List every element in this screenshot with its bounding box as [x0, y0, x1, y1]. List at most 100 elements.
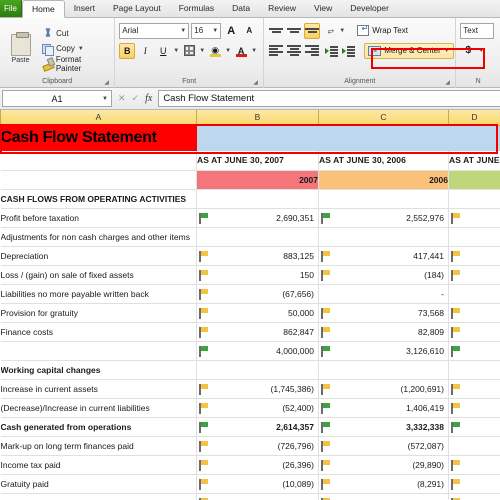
cell-column-c[interactable] [318, 189, 449, 209]
cell-column-c[interactable]: (184) [318, 265, 449, 285]
row-label[interactable]: Provision for gratuity [0, 303, 197, 323]
cell-column-b[interactable]: 883,125 [196, 246, 319, 266]
font-color-chevron-down-icon[interactable]: ▼ [251, 48, 257, 54]
align-left-button[interactable] [268, 43, 284, 59]
tab-formulas[interactable]: Formulas [170, 0, 223, 17]
row-label[interactable]: Liabilities no more payable written back [0, 284, 197, 304]
cell-column-b[interactable]: 4,000,000 [196, 341, 319, 361]
cell-column-c[interactable]: 3,332,338 [318, 417, 449, 437]
cell-column-b[interactable]: (763,281) [196, 493, 319, 500]
cell-column-b[interactable]: (26,396) [196, 455, 319, 475]
cancel-formula-icon[interactable]: ✕ [118, 93, 126, 104]
worksheet-grid[interactable]: A B C D Cash Flow Statement AS AT JUNE 3… [0, 110, 500, 500]
cell-column-c[interactable]: 2,552,976 [318, 208, 449, 228]
cell-column-c[interactable]: (610,268) [318, 493, 449, 500]
cell-column-c[interactable]: 82,809 [318, 322, 449, 342]
cell-column-b[interactable]: 150 [196, 265, 319, 285]
cell-column-c[interactable]: (8,291) [318, 474, 449, 494]
cell-column-c[interactable] [318, 360, 449, 380]
cell-column-b[interactable]: (10,089) [196, 474, 319, 494]
cut-button[interactable]: Cut [39, 27, 110, 41]
italic-button[interactable]: I [137, 43, 153, 59]
cell-b1[interactable] [196, 125, 319, 151]
row-label[interactable]: Finance costs [0, 322, 197, 342]
cell-column-d[interactable] [448, 265, 500, 285]
row-label[interactable]: Gratuity paid [0, 474, 197, 494]
cell-column-b[interactable] [196, 360, 319, 380]
currency-chevron-down-icon[interactable]: ▼ [478, 48, 484, 54]
row-label[interactable]: Depreciation [0, 246, 197, 266]
cell-column-d[interactable] [448, 379, 500, 399]
row-label[interactable] [0, 341, 197, 361]
row-label[interactable]: Loss / (gain) on sale of fixed assets [0, 265, 197, 285]
row-label[interactable]: Adjustments for non cash charges and oth… [0, 227, 197, 247]
cell-a2[interactable] [0, 151, 197, 171]
underline-button[interactable]: U [155, 43, 171, 59]
cell-b3-year-2007[interactable]: 2007 [196, 170, 319, 190]
cell-column-d[interactable] [448, 474, 500, 494]
align-top-button[interactable] [268, 23, 284, 39]
font-size-combo[interactable]: 16 ▼ [191, 22, 222, 39]
cell-column-c[interactable]: - [318, 284, 449, 304]
cell-column-d[interactable] [448, 493, 500, 500]
cell-column-d[interactable] [448, 208, 500, 228]
cell-column-b[interactable] [196, 227, 319, 247]
tab-data[interactable]: Data [223, 0, 259, 17]
name-box[interactable]: A1 ▼ [2, 90, 112, 107]
tab-developer[interactable]: Developer [341, 0, 398, 17]
row-label[interactable]: Mark-up on long term finances paid [0, 436, 197, 456]
cell-column-b[interactable]: (1,745,386) [196, 379, 319, 399]
clipboard-dialog-launcher[interactable]: ◢ [104, 80, 111, 87]
bold-button[interactable]: B [119, 42, 136, 59]
underline-chevron-down-icon[interactable]: ▼ [173, 48, 179, 54]
cell-column-d[interactable] [448, 341, 500, 361]
cell-column-d[interactable] [448, 455, 500, 475]
cell-a3[interactable] [0, 170, 197, 190]
cell-b2[interactable]: AS AT JUNE 30, 2007 [196, 151, 319, 171]
cell-column-c[interactable]: (29,890) [318, 455, 449, 475]
number-format-combo[interactable]: Text [460, 22, 495, 39]
grow-font-button[interactable]: A [223, 23, 239, 39]
cell-c3-year-2006[interactable]: 2006 [318, 170, 449, 190]
fill-chevron-down-icon[interactable]: ▼ [225, 48, 231, 54]
chevron-down-icon[interactable]: ▼ [180, 28, 186, 34]
cell-column-b[interactable] [196, 189, 319, 209]
cell-column-c[interactable]: 417,441 [318, 246, 449, 266]
cell-column-d[interactable] [448, 303, 500, 323]
cell-column-d[interactable] [448, 360, 500, 380]
increase-indent-button[interactable] [341, 43, 356, 59]
chevron-down-icon[interactable]: ▼ [102, 96, 108, 102]
column-header-b[interactable]: B [196, 110, 319, 126]
borders-button[interactable] [181, 43, 197, 59]
cell-column-b[interactable]: (52,400) [196, 398, 319, 418]
align-middle-button[interactable] [286, 23, 302, 39]
cell-column-b[interactable]: (726,796) [196, 436, 319, 456]
row-label[interactable]: Cash generated from operations [0, 417, 197, 437]
cell-column-d[interactable] [448, 284, 500, 304]
cell-column-d[interactable] [448, 417, 500, 437]
column-header-a[interactable]: A [0, 110, 197, 126]
cell-column-c[interactable]: (1,200,691) [318, 379, 449, 399]
paste-button[interactable]: Paste [4, 21, 37, 76]
tab-insert[interactable]: Insert [65, 0, 104, 17]
tab-file[interactable]: File [0, 0, 22, 17]
cell-c1[interactable] [318, 125, 449, 151]
cell-column-b[interactable]: 2,614,357 [196, 417, 319, 437]
row-label[interactable]: (Decrease)/Increase in current liabiliti… [0, 398, 197, 418]
align-center-button[interactable] [286, 43, 302, 59]
cell-column-d[interactable] [448, 322, 500, 342]
row-label[interactable]: Income tax paid [0, 455, 197, 475]
cell-column-d[interactable] [448, 227, 500, 247]
font-dialog-launcher[interactable]: ◢ [253, 80, 260, 87]
insert-function-icon[interactable]: fx [145, 93, 152, 104]
merge-and-center-button[interactable]: a Merge & Center ▼ [364, 42, 454, 59]
row-label[interactable]: Increase in current assets [0, 379, 197, 399]
cell-a1-title[interactable]: Cash Flow Statement [0, 125, 197, 151]
cell-column-b[interactable]: 50,000 [196, 303, 319, 323]
cell-column-c[interactable]: (572,087) [318, 436, 449, 456]
row-label[interactable] [0, 493, 197, 500]
tab-view[interactable]: View [305, 0, 341, 17]
align-bottom-button[interactable] [304, 22, 321, 39]
cell-column-b[interactable]: (67,656) [196, 284, 319, 304]
decrease-indent-button[interactable] [324, 43, 339, 59]
